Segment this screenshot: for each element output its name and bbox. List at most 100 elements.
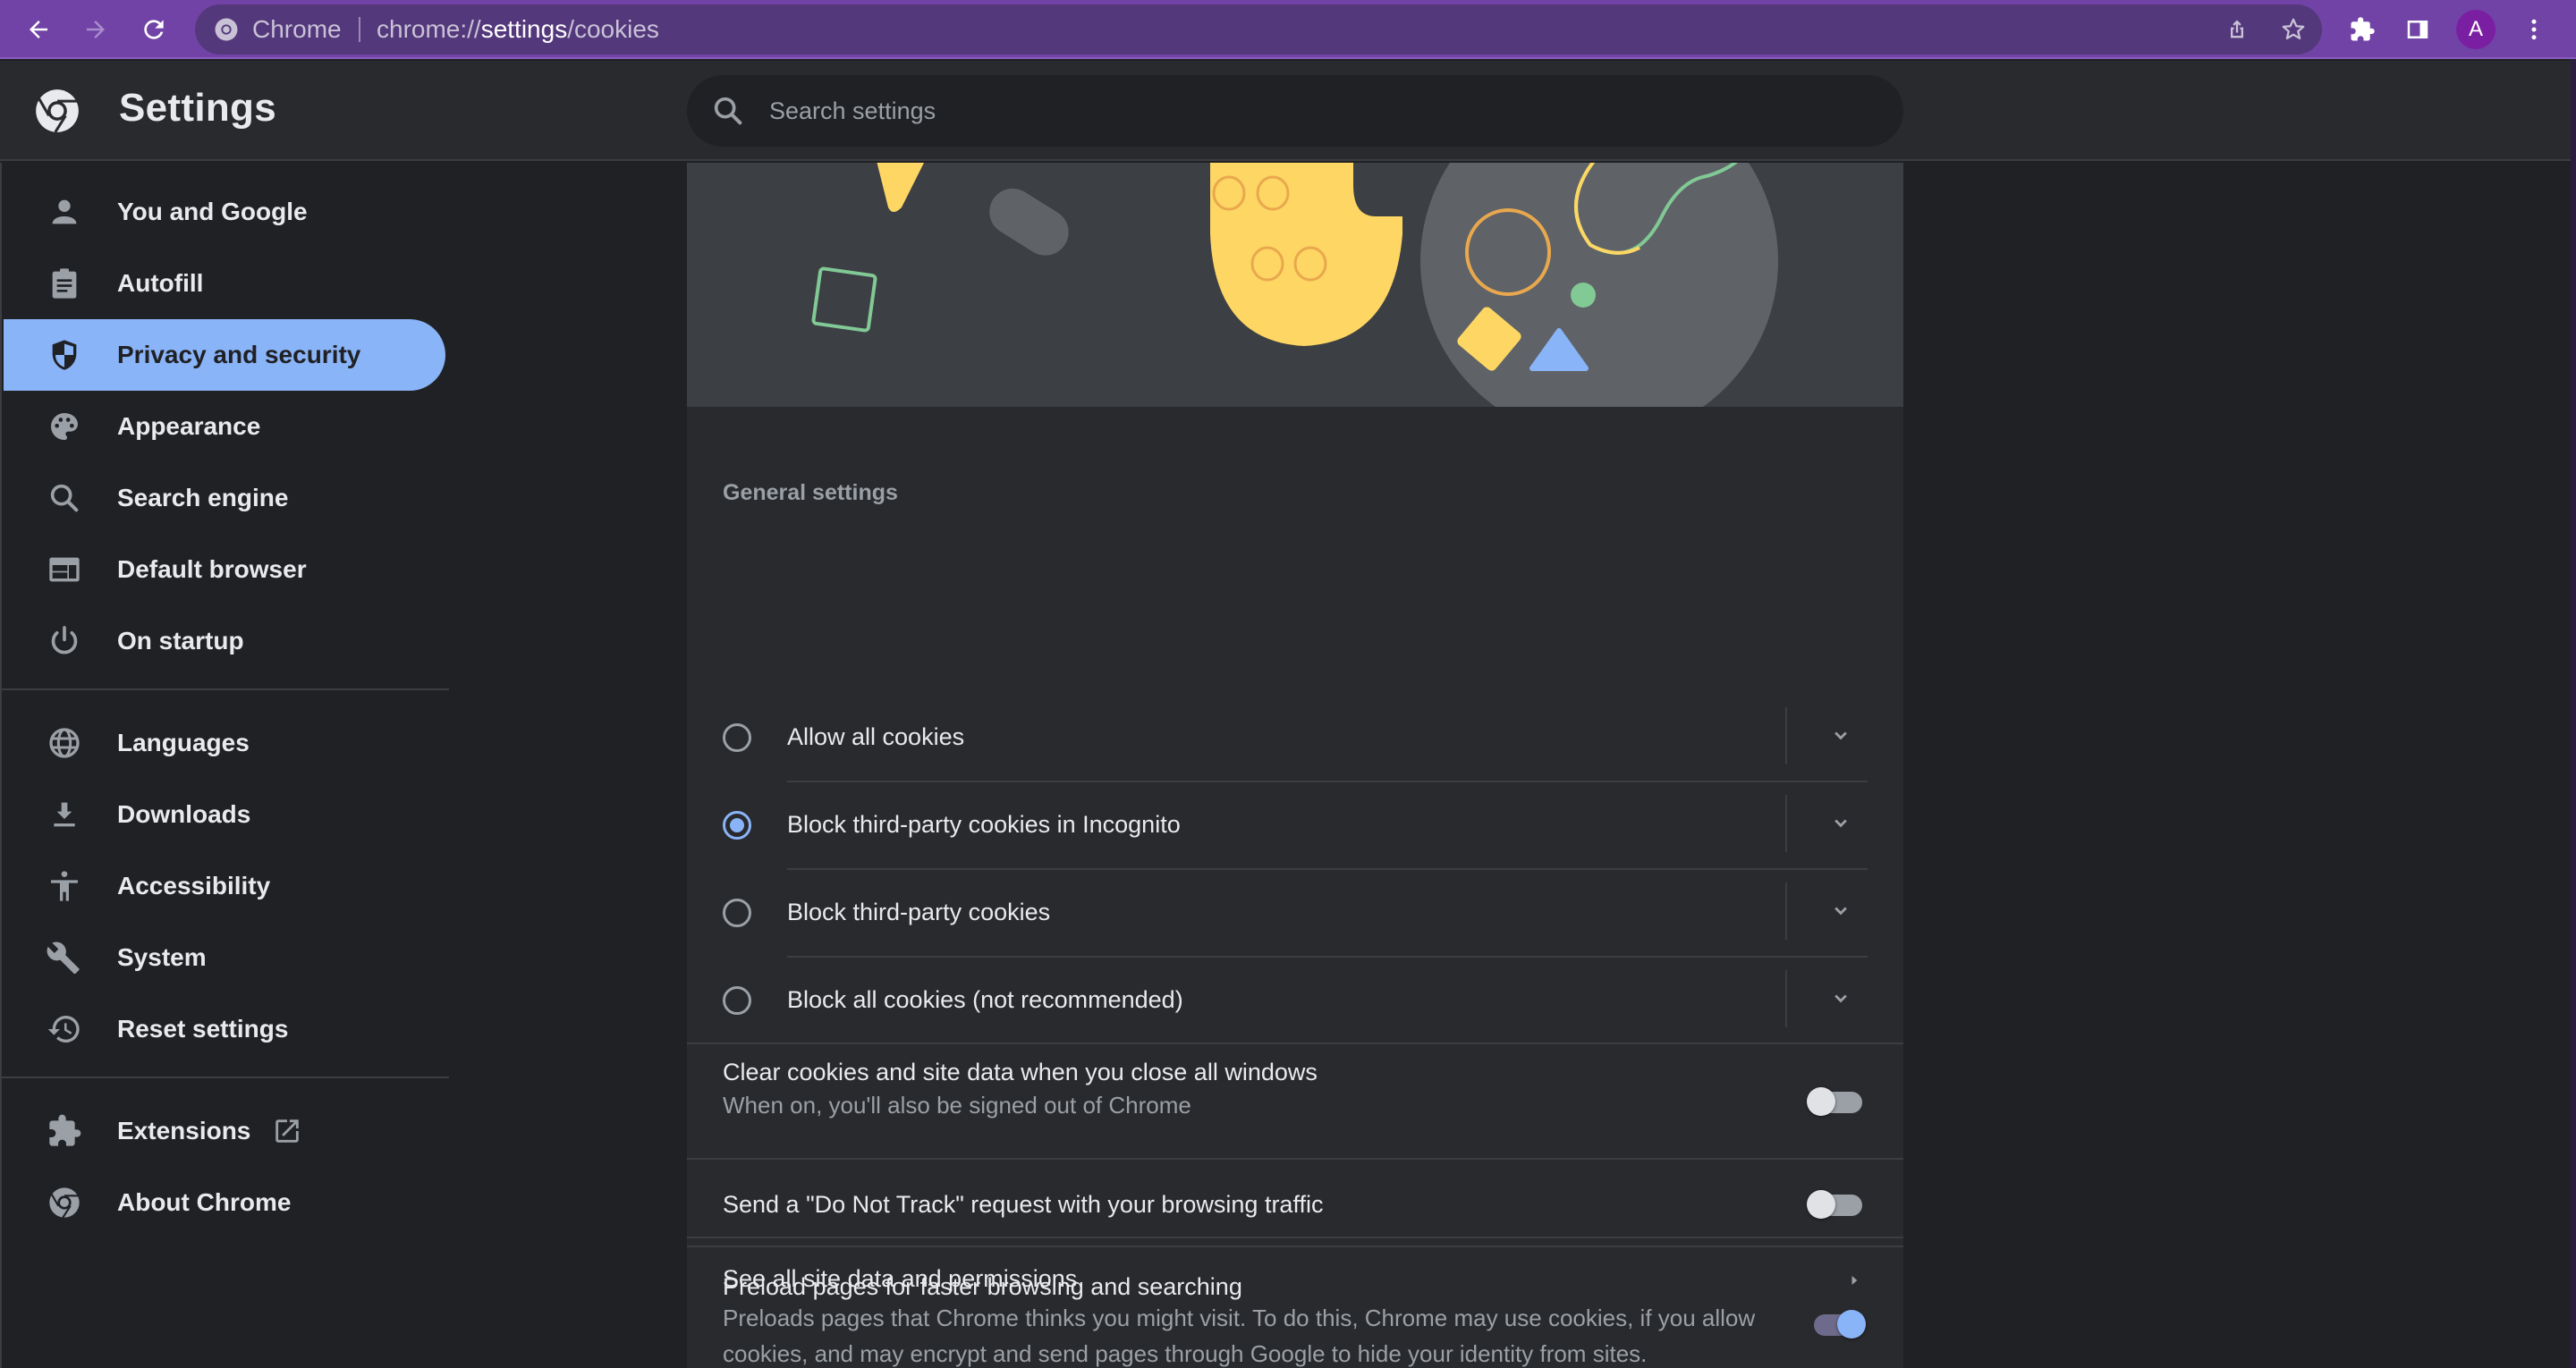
sidebar-item-reset-settings[interactable]: Reset settings (4, 993, 445, 1065)
sidebar-item-label: About Chrome (117, 1188, 292, 1216)
wrench-icon (47, 942, 80, 975)
url-text[interactable]: chrome://settings/cookies (377, 4, 659, 55)
do-not-track-toggle[interactable] (1807, 1186, 1864, 1222)
sidebar-item-on-startup[interactable]: On startup (4, 605, 445, 677)
site-info[interactable]: Chrome (213, 4, 342, 55)
puzzle-icon (49, 1114, 81, 1146)
share-button[interactable] (2218, 11, 2256, 48)
sidebar-item-languages[interactable]: Languages (4, 707, 445, 779)
sidebar-item-autofill[interactable]: Autofill (4, 248, 445, 319)
chrome-icon (49, 1187, 80, 1219)
sidebar-item-label: Appearance (117, 412, 261, 440)
vertical-divider (1785, 882, 1787, 940)
search-input[interactable] (769, 75, 1843, 147)
sidebar-item-you-and-google[interactable]: You and Google (4, 176, 445, 248)
sidebar-item-label: Search engine (117, 484, 289, 511)
toggle-subtitle: When on, you'll also be signed out of Ch… (723, 1092, 1191, 1119)
radio-block-third-party-incognito[interactable] (723, 811, 751, 840)
side-panel-icon (2407, 21, 2428, 38)
section-divider (687, 1043, 1903, 1044)
sidebar-item-label: Extensions (117, 1117, 251, 1144)
sidebar-item-label: Default browser (117, 555, 307, 583)
cookie-option-allow-all[interactable]: Allow all cookies (687, 693, 1903, 781)
sidebar-item-appearance[interactable]: Appearance (4, 391, 445, 462)
open-subpage-button[interactable] (1841, 1267, 1868, 1294)
forward-button[interactable] (77, 11, 114, 48)
toggle-knob (1807, 1190, 1835, 1219)
search-icon (50, 484, 79, 512)
radio-allow-all[interactable] (723, 723, 751, 752)
sidebar-item-label: Accessibility (117, 872, 271, 899)
omnibox-divider (359, 17, 360, 42)
toggle-knob (1807, 1087, 1835, 1116)
puzzle-icon (2351, 17, 2375, 41)
illustration-graphic (811, 163, 1778, 407)
toggle-title: Clear cookies and site data when you clo… (723, 1059, 1318, 1085)
sidebar-item-default-browser[interactable]: Default browser (4, 534, 445, 605)
expand-button[interactable] (1819, 714, 1862, 757)
section-divider (687, 1158, 1903, 1160)
reload-button[interactable] (135, 11, 173, 48)
download-icon (54, 802, 75, 827)
sidebar-item-label: On startup (117, 627, 244, 654)
arrow-right-icon (1852, 1276, 1858, 1285)
radio-label: Block third-party cookies (787, 899, 1051, 925)
menu-button[interactable] (2515, 11, 2553, 48)
more-vert-icon (2531, 19, 2537, 40)
cookie-option-block-third-party[interactable]: Block third-party cookies (687, 868, 1903, 956)
sidebar-item-label: Privacy and security (117, 341, 361, 368)
sidebar-item-privacy-and-security[interactable]: Privacy and security (4, 319, 445, 391)
chevron-down-icon (1835, 994, 1847, 1003)
url-path: /cookies (567, 15, 659, 43)
search-box[interactable] (687, 75, 1903, 147)
expand-button[interactable] (1819, 977, 1862, 1020)
sidebar-item-extensions[interactable]: Extensions (4, 1095, 445, 1167)
sidebar-item-label: System (117, 943, 207, 971)
sidebar-item-label: Languages (117, 729, 250, 756)
power-icon (51, 626, 78, 654)
expand-button[interactable] (1819, 890, 1862, 933)
reload-icon (144, 20, 164, 39)
back-button[interactable] (20, 11, 57, 48)
shield-icon (52, 340, 77, 370)
forward-arrow-icon (87, 21, 105, 38)
browser-window-icon (49, 557, 80, 582)
sidebar-item-system[interactable]: System (4, 922, 445, 993)
illustration-cookie (1210, 163, 1402, 346)
sidebar-item-label: Reset settings (117, 1015, 289, 1043)
sidebar-divider (2, 1077, 449, 1078)
sidebar-item-label: Autofill (117, 269, 204, 297)
radio-block-all[interactable] (723, 986, 751, 1015)
history-icon (47, 1016, 80, 1043)
clear-on-exit-toggle[interactable] (1807, 1084, 1864, 1119)
accessibility-icon (51, 871, 78, 901)
bookmark-button[interactable] (2275, 11, 2312, 48)
window-edge (2571, 59, 2576, 1368)
see-all-site-data-row[interactable]: See all site data and permissions (687, 1238, 1903, 1322)
cookie-option-block-incognito[interactable]: Block third-party cookies in Incognito (687, 781, 1903, 868)
illustration-gray-circle (1420, 163, 1778, 407)
cookie-option-block-all[interactable]: Block all cookies (not recommended) (687, 956, 1903, 1043)
chrome-icon (215, 18, 238, 41)
expand-button[interactable] (1819, 802, 1862, 845)
globe-icon (49, 728, 80, 758)
profile-avatar[interactable]: A (2456, 10, 2496, 49)
sidebar-item-downloads[interactable]: Downloads (4, 779, 445, 850)
radio-block-third-party[interactable] (723, 899, 751, 927)
illustration-yellow-shape (877, 163, 924, 212)
palette-icon (51, 413, 78, 440)
sidebar-item-search-engine[interactable]: Search engine (4, 462, 445, 534)
sidebar-item-accessibility[interactable]: Accessibility (4, 850, 445, 922)
settings-header: Settings (0, 61, 2571, 161)
share-icon (2231, 20, 2243, 38)
extensions-button[interactable] (2343, 11, 2381, 48)
radio-label: Block all cookies (not recommended) (787, 986, 1183, 1013)
sidebar-item-about-chrome[interactable]: About Chrome (4, 1167, 445, 1238)
chevron-down-icon (1835, 819, 1847, 828)
page-title: Settings (119, 86, 276, 130)
star-icon (2282, 18, 2305, 39)
address-bar[interactable]: Chrome chrome://settings/cookies (195, 4, 2322, 55)
illustration-green-dot (1571, 283, 1596, 308)
side-panel-button[interactable] (2399, 11, 2436, 48)
sidebar-item-label: Downloads (117, 800, 251, 828)
